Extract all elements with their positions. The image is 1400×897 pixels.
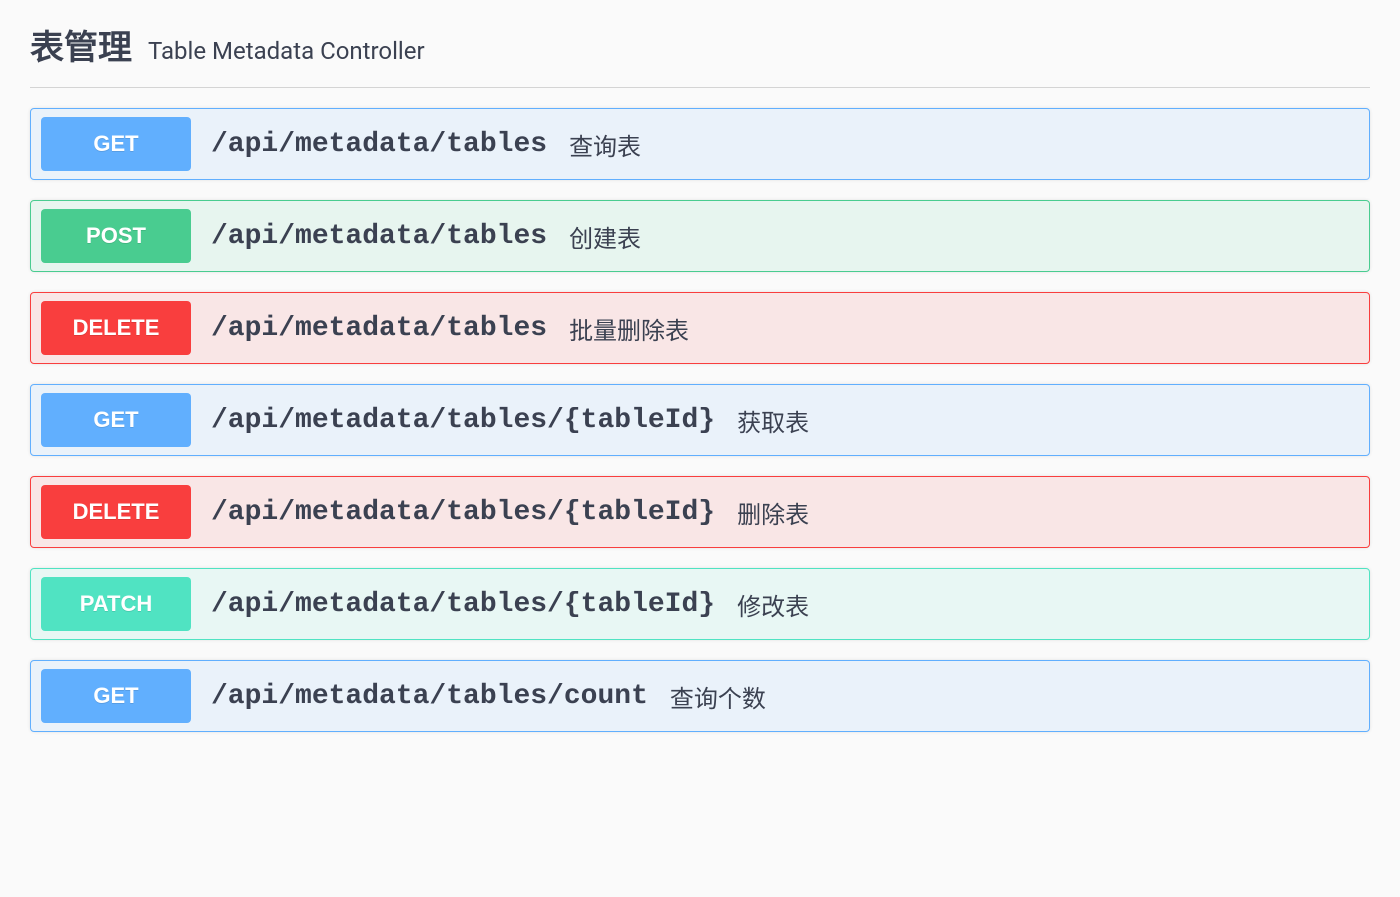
endpoint-path: /api/metadata/tables xyxy=(191,221,565,252)
endpoint-description: 批量删除表 xyxy=(565,311,689,346)
http-method-badge: PATCH xyxy=(41,577,191,631)
endpoint-row[interactable]: GET /api/metadata/tables 查询表 xyxy=(30,108,1370,180)
http-method-badge: GET xyxy=(41,393,191,447)
endpoint-summary[interactable]: DELETE /api/metadata/tables/{tableId} 删除… xyxy=(31,477,1369,547)
section-header[interactable]: 表管理 Table Metadata Controller xyxy=(30,20,1370,88)
endpoint-path: /api/metadata/tables/{tableId} xyxy=(191,589,733,620)
endpoint-summary[interactable]: GET /api/metadata/tables/count 查询个数 xyxy=(31,661,1369,731)
endpoint-row[interactable]: PATCH /api/metadata/tables/{tableId} 修改表 xyxy=(30,568,1370,640)
endpoint-description: 查询个数 xyxy=(666,679,766,714)
endpoint-row[interactable]: DELETE /api/metadata/tables/{tableId} 删除… xyxy=(30,476,1370,548)
http-method-badge: DELETE xyxy=(41,485,191,539)
endpoint-summary[interactable]: DELETE /api/metadata/tables 批量删除表 xyxy=(31,293,1369,363)
endpoint-description: 修改表 xyxy=(733,587,809,622)
endpoint-summary[interactable]: POST /api/metadata/tables 创建表 xyxy=(31,201,1369,271)
endpoint-description: 查询表 xyxy=(565,127,641,162)
endpoint-description: 创建表 xyxy=(565,219,641,254)
endpoint-row[interactable]: DELETE /api/metadata/tables 批量删除表 xyxy=(30,292,1370,364)
endpoint-path: /api/metadata/tables xyxy=(191,313,565,344)
endpoint-summary[interactable]: GET /api/metadata/tables 查询表 xyxy=(31,109,1369,179)
endpoint-summary[interactable]: PATCH /api/metadata/tables/{tableId} 修改表 xyxy=(31,569,1369,639)
http-method-badge: GET xyxy=(41,117,191,171)
endpoint-path: /api/metadata/tables/{tableId} xyxy=(191,405,733,436)
endpoint-path: /api/metadata/tables/{tableId} xyxy=(191,497,733,528)
endpoint-summary[interactable]: GET /api/metadata/tables/{tableId} 获取表 xyxy=(31,385,1369,455)
endpoint-row[interactable]: GET /api/metadata/tables/{tableId} 获取表 xyxy=(30,384,1370,456)
http-method-badge: GET xyxy=(41,669,191,723)
http-method-badge: DELETE xyxy=(41,301,191,355)
endpoint-row[interactable]: GET /api/metadata/tables/count 查询个数 xyxy=(30,660,1370,732)
section-subtitle: Table Metadata Controller xyxy=(148,37,425,65)
endpoint-description: 获取表 xyxy=(733,403,809,438)
endpoint-path: /api/metadata/tables xyxy=(191,129,565,160)
section-title: 表管理 xyxy=(30,20,132,69)
endpoint-description: 删除表 xyxy=(733,495,809,530)
endpoint-path: /api/metadata/tables/count xyxy=(191,681,666,712)
endpoint-row[interactable]: POST /api/metadata/tables 创建表 xyxy=(30,200,1370,272)
http-method-badge: POST xyxy=(41,209,191,263)
